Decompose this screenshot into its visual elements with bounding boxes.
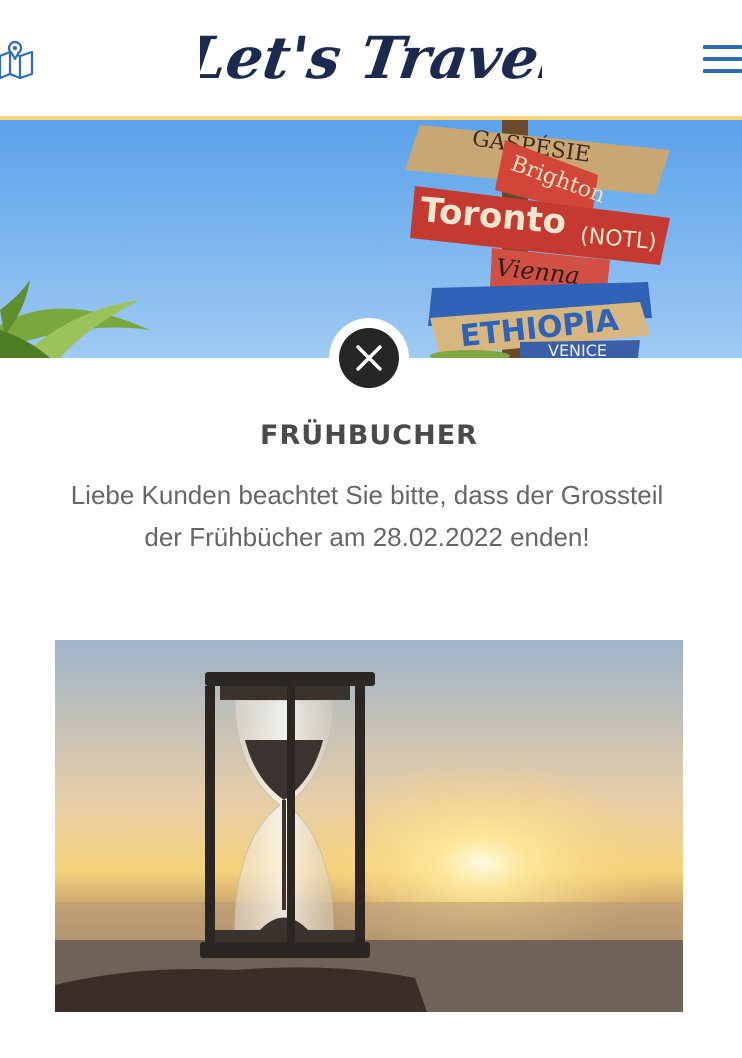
modal-title: FRÜHBUCHER bbox=[260, 420, 478, 451]
site-header: Let's Travel bbox=[0, 0, 742, 120]
hamburger-menu-button[interactable] bbox=[700, 42, 742, 76]
logo-text: Let's Travel bbox=[200, 23, 542, 92]
map-button[interactable] bbox=[0, 38, 38, 82]
close-button[interactable] bbox=[329, 318, 409, 398]
map-icon bbox=[0, 40, 34, 80]
hourglass-sunset-image bbox=[55, 640, 683, 1012]
signpost: GASPÉSIE Brighton Toronto (NOTL) Vienna … bbox=[405, 120, 670, 358]
page: Let's Travel GASPÉSIE Brighton Toronto (… bbox=[0, 0, 742, 1058]
sign-venice: VENICE bbox=[548, 341, 607, 358]
modal-message: Liebe Kunden beachtet Sie bitte, dass de… bbox=[70, 480, 664, 552]
close-icon bbox=[356, 345, 382, 371]
site-logo[interactable]: Let's Travel bbox=[179, 16, 565, 102]
